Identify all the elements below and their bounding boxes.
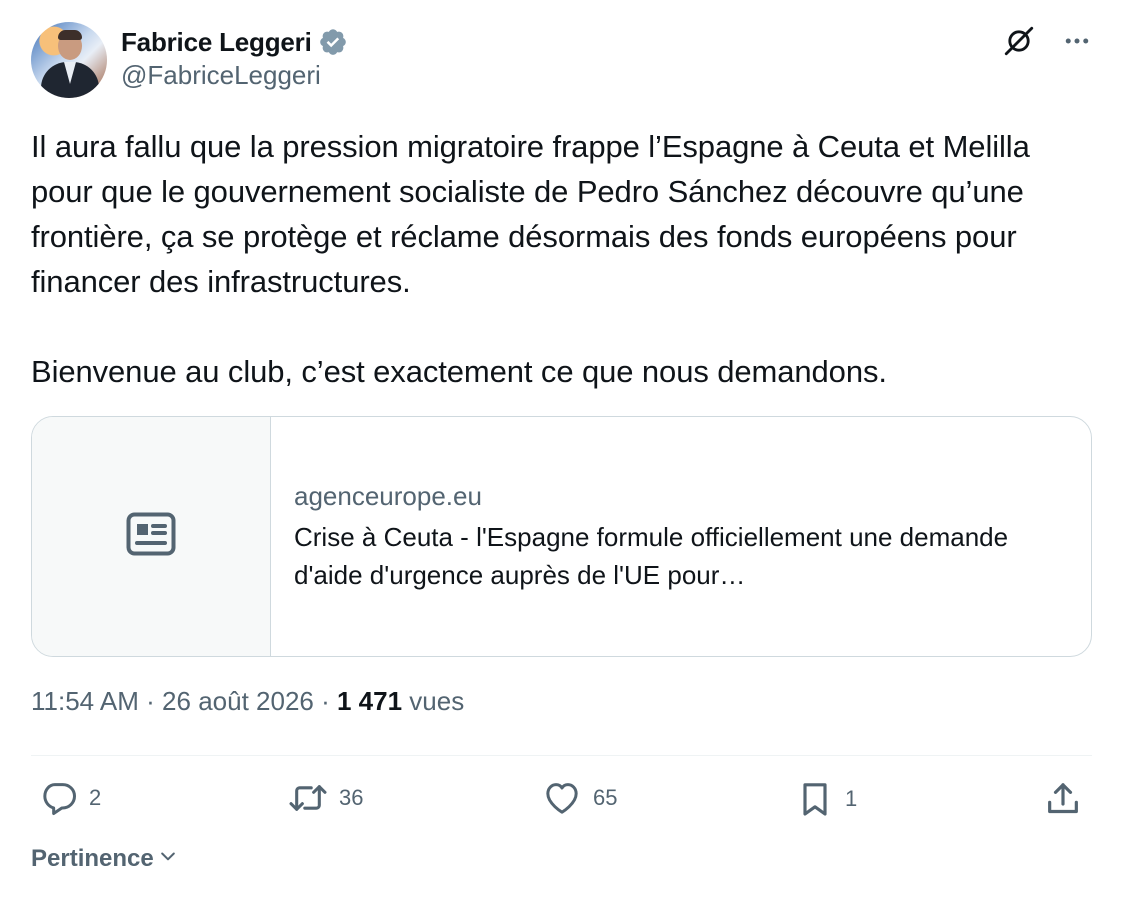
link-card-thumbnail[interactable] <box>32 417 271 656</box>
author-avatar[interactable] <box>31 22 107 98</box>
meta-separator: · <box>138 686 163 716</box>
heart-icon <box>541 778 583 818</box>
like-count: 65 <box>593 785 618 810</box>
link-card-title: Crise à Ceuta - l'Espagne formule offici… <box>294 522 1009 590</box>
meta-separator: · <box>313 686 337 716</box>
reply-button[interactable]: 2 <box>39 778 101 818</box>
bookmark-icon <box>795 778 835 820</box>
repost-icon <box>287 778 329 818</box>
tweet-time[interactable]: 11:54 AM <box>31 686 139 717</box>
grok-icon[interactable] <box>1002 24 1036 58</box>
author-handle[interactable]: @FabriceLeggeri <box>121 60 348 91</box>
tweet-date[interactable]: 26 août 2026 <box>162 686 314 717</box>
author-name[interactable]: Fabrice Leggeri <box>121 27 312 58</box>
link-card-domain: agenceurope.eu <box>294 481 482 511</box>
reply-count: 2 <box>89 785 102 810</box>
share-button[interactable] <box>1043 778 1083 820</box>
tweet-text: Il aura fallu que la pression migratoire… <box>31 129 1030 389</box>
action-bar: 2 36 65 1 <box>31 778 1092 824</box>
repost-button[interactable]: 36 <box>287 778 363 818</box>
bookmark-count: 1 <box>845 786 858 811</box>
like-button[interactable]: 65 <box>541 778 617 818</box>
sort-dropdown[interactable]: Pertinence <box>31 845 178 873</box>
bookmark-button[interactable]: 1 <box>795 778 857 820</box>
views-label: vues <box>402 686 465 716</box>
link-card[interactable]: agenceurope.eu Crise à Ceuta - l'Espagne… <box>31 416 1092 657</box>
repost-count: 36 <box>339 785 364 810</box>
article-icon <box>126 512 176 561</box>
divider <box>31 755 1092 756</box>
sort-label: Pertinence <box>31 845 154 872</box>
tweet-header: Fabrice Leggeri @FabriceLeggeri <box>31 22 1092 102</box>
views-count: 1 471 <box>336 686 403 716</box>
reply-icon <box>39 778 79 818</box>
more-icon[interactable] <box>1062 26 1092 56</box>
author-info: Fabrice Leggeri @FabriceLeggeri <box>121 26 348 91</box>
tweet-meta: 11:54 AM · 26 août 2026 · 1 471 vues <box>31 686 464 717</box>
verified-badge-icon[interactable] <box>318 27 348 57</box>
chevron-down-icon <box>158 845 178 873</box>
share-icon <box>1043 778 1083 820</box>
